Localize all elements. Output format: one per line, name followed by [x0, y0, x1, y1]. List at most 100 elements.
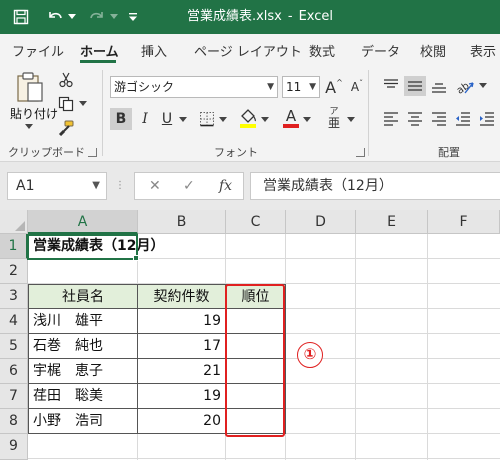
contracts-cell[interactable]: 20 [137, 409, 226, 434]
underline-dropdown-icon[interactable] [178, 116, 188, 124]
app-name: Excel [298, 9, 334, 24]
increase-indent-icon[interactable] [476, 108, 498, 130]
name-box[interactable]: A1 ▼ [7, 172, 107, 200]
step-marker: ① [297, 342, 323, 368]
name-cell[interactable]: 浅川 雄平 [28, 309, 138, 334]
title-separator: - [287, 9, 293, 24]
bold-button[interactable]: B [110, 108, 132, 130]
highlight-box [225, 284, 285, 437]
contracts-cell[interactable]: 19 [137, 309, 226, 334]
borders-icon[interactable] [196, 108, 218, 130]
contracts-cell[interactable]: 19 [137, 384, 226, 409]
alignment-group-label: 配置 [438, 146, 460, 159]
phonetic-guide-button[interactable]: ア 亜 [322, 106, 346, 130]
orientation-dropdown-icon[interactable] [478, 82, 488, 90]
tab-review[interactable]: 校閲 [420, 41, 446, 60]
active-tab-indicator [80, 60, 116, 63]
tab-insert[interactable]: 挿入 [141, 41, 167, 60]
formula-input[interactable]: 営業成績表（12月） [250, 172, 500, 200]
align-center-icon[interactable] [404, 108, 426, 130]
format-painter-icon[interactable] [56, 118, 76, 138]
name-cell[interactable]: 宇梶 恵子 [28, 359, 138, 384]
row-header-4[interactable]: 4 [0, 309, 28, 334]
header-cell-name[interactable]: 社員名 [28, 284, 138, 309]
row-header-9[interactable]: 9 [0, 434, 28, 460]
decrease-font-size-button[interactable]: Aˇ [346, 76, 368, 98]
ribbon: 貼り付け クリップボード 游ゴシック ▼ 11 ▼ A ^ Aˇ B I U A… [0, 64, 500, 162]
font-size-select[interactable]: 11 ▼ [282, 76, 320, 98]
cancel-icon[interactable]: ✕ [149, 173, 161, 199]
column-header-d[interactable]: D [286, 210, 356, 234]
tab-data[interactable]: データ [361, 41, 400, 60]
row-header-2[interactable]: 2 [0, 259, 28, 284]
row-header-8[interactable]: 8 [0, 409, 28, 434]
resize-grip-icon[interactable]: ⋮ [115, 176, 125, 196]
fill-handle[interactable] [133, 255, 139, 261]
underline-button[interactable]: U [156, 108, 178, 130]
decrease-font-icon: A [350, 80, 360, 94]
copy-dropdown-icon[interactable] [78, 99, 88, 109]
chevron-down-icon: ▼ [92, 180, 100, 191]
orientation-icon[interactable]: ab [452, 74, 478, 98]
increase-font-icon: A [325, 77, 337, 97]
enter-icon[interactable]: ✓ [183, 173, 195, 199]
group-divider [102, 70, 103, 156]
font-size-value: 11 [286, 80, 302, 94]
row-header-1[interactable]: 1 [0, 234, 28, 259]
gridline [355, 234, 356, 460]
caret-down-icon: ˇ [359, 78, 364, 88]
chevron-down-icon: ▼ [267, 82, 274, 92]
cut-icon[interactable] [56, 70, 76, 90]
row-header-7[interactable]: 7 [0, 384, 28, 409]
font-color-dropdown-icon[interactable] [302, 116, 312, 124]
align-top-icon[interactable] [380, 76, 402, 96]
font-color-button[interactable]: A [280, 106, 302, 130]
row-header-5[interactable]: 5 [0, 334, 28, 359]
insert-function-icon[interactable]: fx [219, 173, 232, 199]
name-cell[interactable]: 荏田 聡美 [28, 384, 138, 409]
active-cell-border [27, 234, 138, 260]
name-cell[interactable]: 石巻 純也 [28, 334, 138, 359]
increase-font-size-button[interactable]: A ^ [323, 76, 345, 98]
decrease-indent-icon[interactable] [452, 108, 474, 130]
paste-icon[interactable] [10, 70, 50, 104]
font-launcher-icon[interactable] [356, 148, 365, 157]
tab-page-layout[interactable]: ページ レイアウト [194, 41, 302, 60]
align-left-icon[interactable] [380, 108, 402, 130]
name-box-value: A1 [16, 178, 35, 194]
align-bottom-icon[interactable] [428, 76, 450, 96]
column-header-c[interactable]: C [226, 210, 286, 234]
paste-button[interactable]: 貼り付け [6, 106, 62, 122]
select-all-icon [15, 221, 25, 231]
tab-formulas[interactable]: 数式 [309, 41, 335, 60]
clipboard-launcher-icon[interactable] [88, 148, 97, 157]
column-header-b[interactable]: B [138, 210, 226, 234]
align-right-icon[interactable] [428, 108, 450, 130]
fill-color-icon[interactable] [236, 106, 260, 130]
document-name: 営業成績表.xlsx [186, 9, 282, 24]
row-header-6[interactable]: 6 [0, 359, 28, 384]
tab-file[interactable]: ファイル [12, 41, 64, 60]
fill-color-dropdown-icon[interactable] [260, 116, 270, 124]
tab-home[interactable]: ホーム [80, 41, 119, 60]
column-header-a[interactable]: A [28, 210, 138, 234]
borders-dropdown-icon[interactable] [218, 116, 228, 124]
name-cell[interactable]: 小野 浩司 [28, 409, 138, 434]
header-cell-contracts[interactable]: 契約件数 [137, 284, 226, 309]
tab-view[interactable]: 表示 [470, 41, 496, 60]
font-name-value: 游ゴシック [114, 80, 175, 94]
phonetic-dropdown-icon[interactable] [346, 116, 356, 124]
align-middle-icon[interactable] [404, 76, 426, 96]
column-header-e[interactable]: E [356, 210, 428, 234]
column-header-f[interactable]: F [428, 210, 500, 234]
paste-dropdown-icon[interactable] [24, 122, 34, 132]
select-all-button[interactable] [0, 210, 28, 234]
contracts-cell[interactable]: 21 [137, 359, 226, 384]
contracts-cell[interactable]: 17 [137, 334, 226, 359]
row-header-3[interactable]: 3 [0, 284, 28, 309]
font-group-label: フォント [214, 146, 258, 159]
copy-icon[interactable] [56, 94, 76, 114]
italic-button[interactable]: I [134, 108, 156, 130]
font-name-select[interactable]: 游ゴシック ▼ [110, 76, 278, 98]
clipboard-group-label: クリップボード [8, 146, 85, 159]
